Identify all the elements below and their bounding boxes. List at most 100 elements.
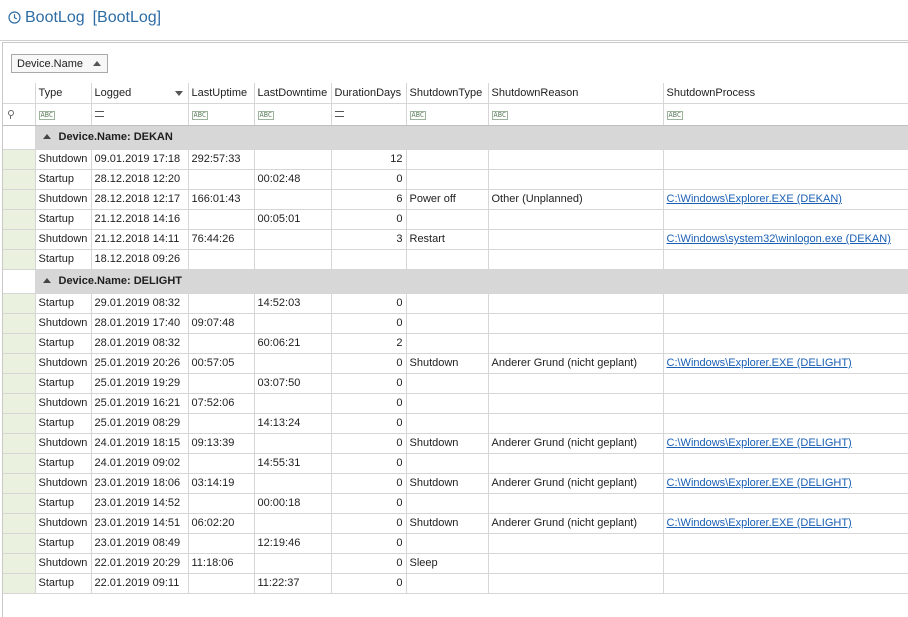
shutdown-process-link[interactable]: C:\Windows\system32\winlogon.exe (DEKAN): [667, 233, 891, 245]
cell-logged[interactable]: 28.12.2018 12:17: [91, 189, 189, 210]
cell-shutdown-process[interactable]: [663, 293, 908, 314]
cell-type[interactable]: Shutdown: [35, 393, 92, 414]
cell-duration-days[interactable]: 0: [331, 353, 407, 374]
cell-shutdown-type[interactable]: [406, 493, 489, 514]
cell-type[interactable]: Startup: [35, 533, 92, 554]
cell-type[interactable]: Startup: [35, 413, 92, 434]
cell-last-downtime[interactable]: 11:22:37: [254, 573, 332, 594]
cell-last-downtime[interactable]: [254, 513, 332, 534]
cell-logged[interactable]: 09.01.2019 17:18: [91, 149, 189, 170]
cell-shutdown-type[interactable]: [406, 373, 489, 394]
cell-shutdown-type[interactable]: Sleep: [406, 553, 489, 574]
cell-shutdown-process[interactable]: [663, 533, 908, 554]
shutdown-process-link[interactable]: C:\Windows\Explorer.EXE (DEKAN): [667, 193, 842, 205]
cell-duration-days[interactable]: 0: [331, 393, 407, 414]
cell-shutdown-reason[interactable]: Anderer Grund (nicht geplant): [488, 473, 664, 494]
filter-cell-shutdownreason[interactable]: ABC: [488, 103, 664, 126]
filter-cell-lastuptime[interactable]: ABC: [188, 103, 255, 126]
shutdown-process-link[interactable]: C:\Windows\Explorer.EXE (DELIGHT): [667, 477, 852, 489]
cell-duration-days[interactable]: 2: [331, 333, 407, 354]
cell-logged[interactable]: 28.01.2019 17:40: [91, 313, 189, 334]
row-indicator[interactable]: [3, 413, 36, 434]
row-indicator[interactable]: [3, 189, 36, 210]
row-indicator[interactable]: [3, 229, 36, 250]
row-indicator[interactable]: [3, 353, 36, 374]
group-row[interactable]: Device.Name: DELIGHT: [3, 269, 908, 294]
cell-shutdown-type[interactable]: [406, 149, 489, 170]
column-header-duration-days[interactable]: DurationDays: [331, 83, 407, 104]
cell-shutdown-reason[interactable]: [488, 149, 664, 170]
cell-type[interactable]: Shutdown: [35, 189, 92, 210]
cell-logged[interactable]: 25.01.2019 16:21: [91, 393, 189, 414]
cell-logged[interactable]: 21.12.2018 14:11: [91, 229, 189, 250]
cell-type[interactable]: Startup: [35, 249, 92, 270]
cell-shutdown-type[interactable]: [406, 249, 489, 270]
table-row[interactable]: Startup 28.01.2019 08:32 60:06:21 2: [3, 333, 908, 354]
cell-logged[interactable]: 24.01.2019 18:15: [91, 433, 189, 454]
filter-cell-shutdowntype[interactable]: ABC: [406, 103, 489, 126]
column-header-type[interactable]: Type: [35, 83, 92, 104]
cell-logged[interactable]: 28.01.2019 08:32: [91, 333, 189, 354]
cell-logged[interactable]: 23.01.2019 08:49: [91, 533, 189, 554]
table-row[interactable]: Startup 25.01.2019 19:29 03:07:50 0: [3, 373, 908, 394]
cell-type[interactable]: Shutdown: [35, 229, 92, 250]
cell-shutdown-type[interactable]: Restart: [406, 229, 489, 250]
cell-shutdown-type[interactable]: [406, 413, 489, 434]
cell-shutdown-process[interactable]: C:\Windows\Explorer.EXE (DEKAN): [663, 189, 908, 210]
cell-logged[interactable]: 29.01.2019 08:32: [91, 293, 189, 314]
cell-last-uptime[interactable]: [188, 169, 255, 190]
cell-last-uptime[interactable]: [188, 453, 255, 474]
cell-shutdown-process[interactable]: C:\Windows\Explorer.EXE (DELIGHT): [663, 473, 908, 494]
cell-last-uptime[interactable]: [188, 373, 255, 394]
cell-shutdown-process[interactable]: [663, 373, 908, 394]
table-row[interactable]: Shutdown 23.01.2019 14:51 06:02:20 0 Shutdow…: [3, 513, 908, 534]
cell-shutdown-process[interactable]: C:\Windows\Explorer.EXE (DELIGHT): [663, 433, 908, 454]
group-row-cell[interactable]: Device.Name: DELIGHT: [35, 269, 908, 294]
cell-last-downtime[interactable]: 00:02:48: [254, 169, 332, 190]
cell-shutdown-type[interactable]: Shutdown: [406, 353, 489, 374]
cell-logged[interactable]: 23.01.2019 14:51: [91, 513, 189, 534]
cell-duration-days[interactable]: 0: [331, 513, 407, 534]
cell-last-downtime[interactable]: 14:52:03: [254, 293, 332, 314]
cell-shutdown-process[interactable]: [663, 493, 908, 514]
table-row[interactable]: Startup 25.01.2019 08:29 14:13:24 0: [3, 413, 908, 434]
cell-type[interactable]: Startup: [35, 373, 92, 394]
cell-shutdown-type[interactable]: [406, 393, 489, 414]
cell-logged[interactable]: 22.01.2019 09:11: [91, 573, 189, 594]
table-row[interactable]: Startup 22.01.2019 09:11 11:22:37 0: [3, 573, 908, 594]
shutdown-process-link[interactable]: C:\Windows\Explorer.EXE (DELIGHT): [667, 357, 852, 369]
filter-cell-type[interactable]: ABC: [35, 103, 92, 126]
cell-last-downtime[interactable]: 00:05:01: [254, 209, 332, 230]
cell-shutdown-process[interactable]: C:\Windows\system32\winlogon.exe (DEKAN): [663, 229, 908, 250]
table-row[interactable]: Startup 21.12.2018 14:16 00:05:01 0: [3, 209, 908, 230]
column-header-logged[interactable]: Logged: [91, 83, 189, 104]
cell-last-uptime[interactable]: 09:13:39: [188, 433, 255, 454]
table-row[interactable]: Startup 23.01.2019 14:52 00:00:18 0: [3, 493, 908, 514]
table-row[interactable]: Startup 23.01.2019 08:49 12:19:46 0: [3, 533, 908, 554]
cell-shutdown-type[interactable]: [406, 313, 489, 334]
cell-type[interactable]: Startup: [35, 333, 92, 354]
cell-last-uptime[interactable]: 06:02:20: [188, 513, 255, 534]
cell-last-downtime[interactable]: [254, 229, 332, 250]
cell-last-downtime[interactable]: [254, 473, 332, 494]
cell-last-uptime[interactable]: [188, 573, 255, 594]
cell-shutdown-process[interactable]: C:\Windows\Explorer.EXE (DELIGHT): [663, 513, 908, 534]
cell-shutdown-reason[interactable]: [488, 249, 664, 270]
group-row[interactable]: Device.Name: DEKAN: [3, 125, 908, 150]
row-indicator[interactable]: [3, 473, 36, 494]
cell-duration-days[interactable]: 0: [331, 293, 407, 314]
cell-shutdown-reason[interactable]: [488, 293, 664, 314]
cell-shutdown-process[interactable]: [663, 209, 908, 230]
cell-type[interactable]: Startup: [35, 573, 92, 594]
cell-type[interactable]: Shutdown: [35, 553, 92, 574]
table-row[interactable]: Shutdown 21.12.2018 14:11 76:44:26 3 Restart…: [3, 229, 908, 250]
cell-duration-days[interactable]: 0: [331, 373, 407, 394]
cell-shutdown-reason[interactable]: [488, 313, 664, 334]
cell-shutdown-type[interactable]: Power off: [406, 189, 489, 210]
cell-last-downtime[interactable]: 00:00:18: [254, 493, 332, 514]
cell-shutdown-reason[interactable]: Anderer Grund (nicht geplant): [488, 433, 664, 454]
cell-shutdown-reason[interactable]: [488, 453, 664, 474]
cell-shutdown-type[interactable]: [406, 453, 489, 474]
cell-shutdown-reason[interactable]: Anderer Grund (nicht geplant): [488, 513, 664, 534]
row-indicator[interactable]: [3, 553, 36, 574]
